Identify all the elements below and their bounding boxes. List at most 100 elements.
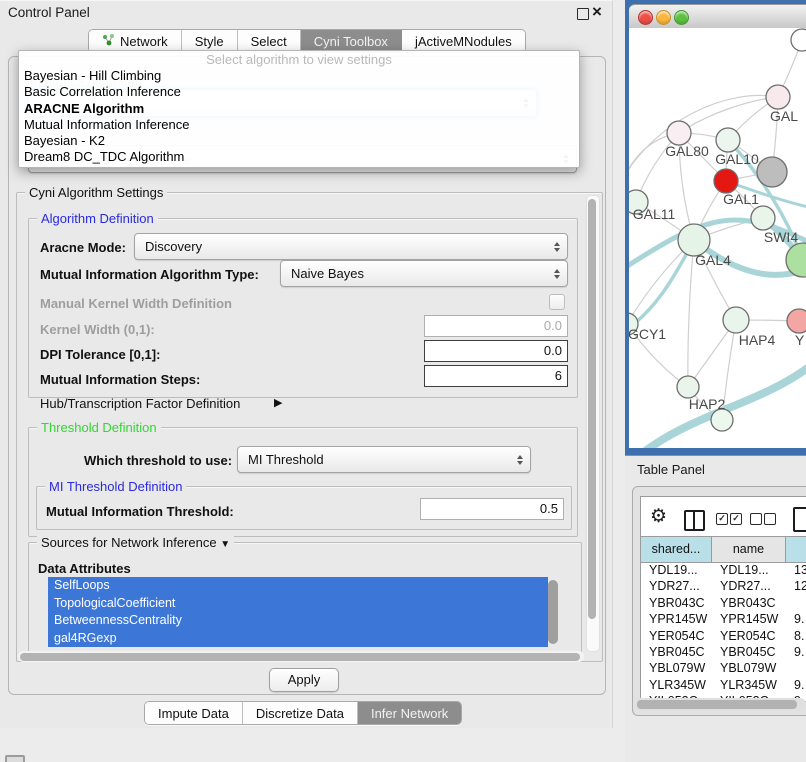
attribute-list-scrollbar[interactable] (548, 580, 558, 644)
tab-select[interactable]: Select (238, 30, 301, 52)
apply-button[interactable]: Apply (269, 668, 339, 692)
node-label-gcy1: GCY1 (629, 326, 666, 342)
table-row[interactable]: YER054CYER054C8. (641, 628, 806, 644)
column-header-shared[interactable]: shared... (641, 537, 712, 562)
network-node-swi4[interactable] (751, 206, 775, 230)
algorithm-list: Bayesian - Hill ClimbingBasic Correlatio… (19, 68, 579, 166)
control-panel-title: Control Panel (8, 5, 90, 20)
data-attributes-label: Data Attributes (38, 561, 131, 576)
algorithm-option-aracne-algorithm[interactable]: ARACNE Algorithm (19, 101, 579, 117)
network-node-partial-top[interactable] (791, 29, 806, 51)
settings-hscrollbar[interactable] (18, 651, 584, 662)
table-cell: YPR145W (712, 611, 786, 627)
table-cell: YLR345W (712, 677, 786, 693)
minimize-traffic-light-icon[interactable] (656, 10, 671, 25)
attribute-item-gal4rgexp[interactable]: gal4RGexp (48, 630, 548, 648)
network-node-gray[interactable] (757, 157, 787, 187)
network-node-gal80[interactable] (667, 121, 691, 145)
algorithm-placeholder: Select algorithm to view settings (19, 51, 579, 68)
network-graph: GALGAL80GAL10GAL1GAL11SWI4GAL4GCY1HAP4YH… (629, 28, 806, 448)
attribute-item-topologicalcoefficient[interactable]: TopologicalCoefficient (48, 595, 548, 613)
mi-type-select[interactable]: Naive Bayes (280, 260, 568, 287)
network-node-hap4[interactable] (723, 307, 749, 333)
table-row[interactable]: YBR043CYBR043C (641, 595, 806, 611)
table-cell: 9. (786, 677, 806, 693)
tab-impute-data[interactable]: Impute Data (145, 702, 243, 724)
table-hscroll-thumb[interactable] (637, 700, 797, 709)
aracne-mode-select[interactable]: Discovery (134, 233, 568, 260)
algorithm-option-mutual-information-inference[interactable]: Mutual Information Inference (19, 117, 579, 133)
network-node-bottom[interactable] (711, 409, 733, 431)
mi-threshold-field[interactable]: 0.5 (420, 498, 564, 520)
tab-jactivemnodules[interactable]: jActiveMNodules (402, 30, 525, 52)
combo-value: Discovery (135, 239, 554, 254)
algorithm-option-bayesian-k2[interactable]: Bayesian - K2 (19, 133, 579, 149)
tab-discretize-data[interactable]: Discretize Data (243, 702, 358, 724)
network-node-gal-top[interactable] (766, 85, 790, 109)
float-window-icon[interactable] (577, 8, 589, 20)
collapse-arrow-icon[interactable]: ▼ (220, 539, 230, 550)
table-row[interactable]: YLR345WYLR345W9. (641, 677, 806, 693)
hscroll-thumb[interactable] (20, 653, 580, 661)
table-row[interactable]: YDR27...YDR27...12 (641, 578, 806, 594)
dpi-tolerance-field[interactable]: 0.0 (424, 340, 568, 362)
attribute-item-selfloops[interactable]: SelfLoops (48, 577, 548, 595)
checked-checkbox-icon[interactable]: ✓ (730, 513, 742, 525)
node-label-hap2: HAP2 (689, 396, 726, 412)
algorithm-option-dream8-dc-tdc-algorithm[interactable]: Dream8 DC_TDC Algorithm (19, 149, 579, 165)
tab-infer-network[interactable]: Infer Network (358, 702, 461, 724)
control-panel-window: Control Panel × Network Style Select Cyni T… (0, 0, 613, 728)
column-header-partial[interactable] (786, 537, 806, 562)
mi-threshold-label: Mutual Information Threshold: (46, 504, 234, 519)
tab-label: Discretize Data (256, 706, 344, 721)
table-cell: YBR043C (641, 595, 712, 611)
checked-checkbox-icon[interactable]: ✓ (716, 513, 728, 525)
mi-steps-field[interactable]: 6 (424, 365, 568, 387)
close-icon[interactable]: × (592, 2, 602, 22)
table-row[interactable]: YBR045CYBR045C9. (641, 644, 806, 660)
table-cell: YDR27... (641, 578, 712, 594)
network-node-hap2[interactable] (677, 376, 699, 398)
algorithm-option-basic-correlation-inference[interactable]: Basic Correlation Inference (19, 84, 579, 100)
attribute-item-betweennesscentrality[interactable]: BetweennessCentrality (48, 612, 548, 630)
kernel-width-field[interactable]: 0.0 (424, 315, 568, 337)
unchecked-checkbox-icon[interactable] (764, 513, 776, 525)
network-edge (688, 240, 694, 387)
column-header-name[interactable]: name (712, 537, 786, 562)
table-row[interactable]: YDL19...YDL19...13 (641, 562, 806, 578)
close-traffic-light-icon[interactable] (638, 10, 653, 25)
table-cell: 9. (786, 611, 806, 627)
tab-label: Style (195, 34, 224, 49)
node-label-y: Y (795, 332, 805, 348)
hub-section-label: Hub/Transcription Factor Definition (40, 396, 240, 411)
tab-label: Select (251, 34, 287, 49)
network-icon (102, 33, 115, 49)
table-cell: YBR045C (712, 644, 786, 660)
columns-icon[interactable] (684, 510, 705, 531)
table-cell: YER054C (712, 628, 786, 644)
network-node-salmon[interactable] (787, 309, 806, 333)
tab-network[interactable]: Network (89, 30, 182, 52)
network-window-titlebar[interactable] (629, 4, 806, 30)
vscroll-thumb[interactable] (588, 199, 596, 619)
table-row[interactable]: YBL079WYBL079W (641, 660, 806, 676)
table-cell: YER054C (641, 628, 712, 644)
zoom-traffic-light-icon[interactable] (674, 10, 689, 25)
settings-vscrollbar[interactable] (586, 195, 600, 652)
document-icon[interactable] (793, 507, 806, 532)
manual-kernel-checkbox[interactable] (549, 294, 565, 310)
network-node-gal1[interactable] (714, 169, 738, 193)
tab-style[interactable]: Style (182, 30, 238, 52)
which-threshold-select[interactable]: MI Threshold (237, 446, 531, 473)
tab-cyni-toolbox[interactable]: Cyni Toolbox (301, 30, 402, 52)
combo-spinner-icon (554, 242, 560, 252)
window-grip[interactable] (5, 755, 25, 762)
unchecked-checkbox-icon[interactable] (750, 513, 762, 525)
algorithm-option-bayesian-hill-climbing[interactable]: Bayesian - Hill Climbing (19, 68, 579, 84)
gear-icon[interactable]: ⚙ (650, 505, 667, 528)
table-row[interactable]: YPR145WYPR145W9. (641, 611, 806, 627)
network-node-gal10[interactable] (716, 128, 740, 152)
network-view-canvas[interactable]: GALGAL80GAL10GAL1GAL11SWI4GAL4GCY1HAP4YH… (629, 28, 806, 448)
table-cell: 13 (786, 562, 806, 578)
expand-arrow-icon[interactable]: ▶ (274, 396, 282, 409)
